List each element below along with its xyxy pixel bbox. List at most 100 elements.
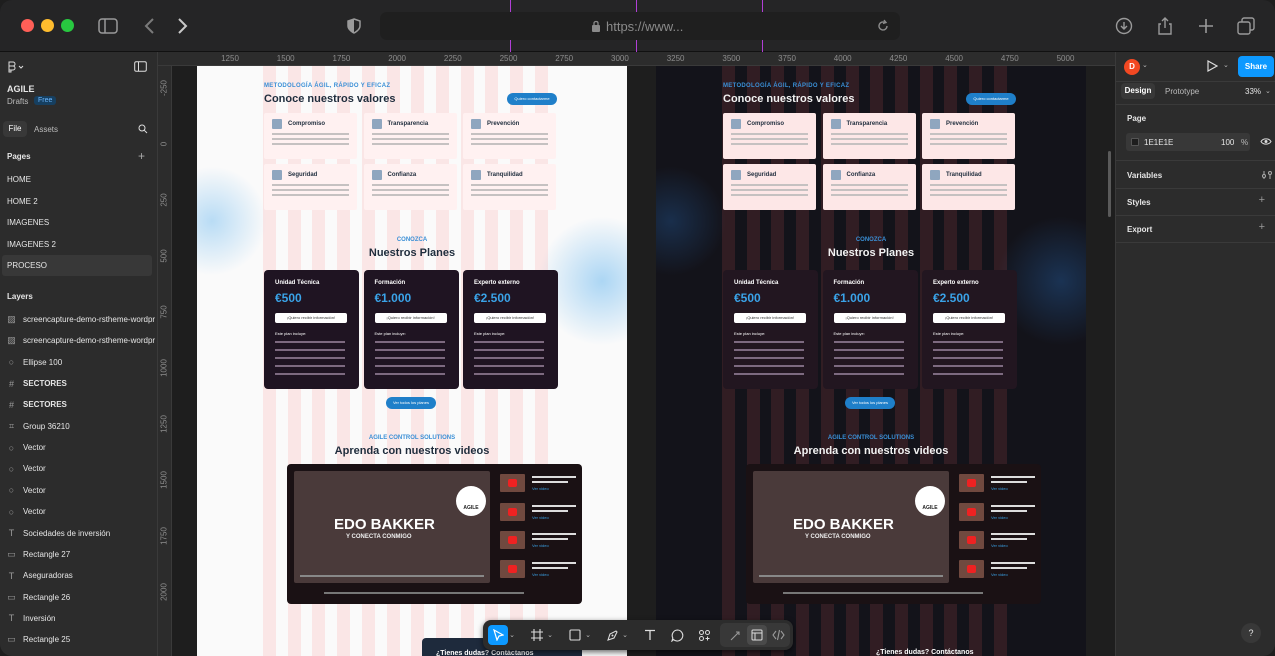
video-thumbnail[interactable]	[959, 474, 984, 492]
video-thumbnail[interactable]	[500, 474, 525, 492]
chevron-down-icon[interactable]: ⌄	[1142, 61, 1148, 69]
chevron-down-icon[interactable]: ⌄	[583, 625, 593, 645]
reload-icon[interactable]	[876, 19, 890, 33]
plan-cta-button[interactable]: ¡Quiero recibir información!	[275, 313, 347, 323]
layer-item[interactable]: ○ Vector	[0, 458, 158, 479]
value-card[interactable]: Tranquilidad	[463, 164, 556, 210]
layer-item[interactable]: ○ Vector	[0, 501, 158, 522]
player-seek-line[interactable]	[324, 592, 524, 594]
value-card[interactable]: Confianza	[822, 164, 916, 210]
plan-cta-button[interactable]: ¡Quiero recibir información!	[734, 313, 806, 323]
layer-item[interactable]: ▭ Rectangle 26	[0, 587, 158, 608]
layer-item[interactable]: ▨ screencapture-demo-rstheme-wordpr	[0, 309, 158, 330]
address-bar[interactable]: https://www...	[380, 12, 900, 40]
plan-card[interactable]: Unidad Técnica €500 ¡Quiero recibir inform…	[723, 270, 818, 389]
text-tool-icon[interactable]	[640, 625, 660, 645]
layer-item[interactable]: ▭ Rectangle 27	[0, 544, 158, 565]
avatar[interactable]: D	[1124, 59, 1140, 75]
value-card[interactable]: Compromiso	[264, 113, 357, 159]
value-card[interactable]: Prevención	[463, 113, 556, 159]
plan-card[interactable]: Experto externo €2.500 ¡Quiero recibir inf…	[463, 270, 558, 389]
plan-card[interactable]: Formación €1.000 ¡Quiero recibir informaci…	[822, 270, 918, 389]
video-thumbnail[interactable]	[500, 531, 525, 549]
chevron-down-icon[interactable]: ⌄	[1265, 87, 1271, 95]
plan-cta-button[interactable]: ¡Quiero recibir información!	[374, 313, 447, 323]
download-icon[interactable]	[1112, 14, 1136, 38]
move-tool-icon[interactable]	[488, 625, 508, 645]
color-swatch[interactable]	[1131, 138, 1139, 146]
add-page-icon[interactable]: +	[138, 149, 145, 163]
video-thumbnail[interactable]	[500, 559, 525, 578]
player-seek-line[interactable]	[783, 592, 983, 594]
dev-mode-icon[interactable]	[768, 625, 788, 645]
video-section[interactable]: EDO BAKKER Y CONECTA CONMIGO AGILE Ver vide…	[287, 464, 582, 604]
frame-light[interactable]: METODOLOGÍA ÁGIL, RÁPIDO Y EFICAZ Conoce …	[197, 66, 627, 656]
share-icon[interactable]	[1153, 14, 1177, 38]
close-window-button[interactable]	[21, 19, 34, 32]
add-style-icon[interactable]: +	[1259, 194, 1265, 206]
maximize-window-button[interactable]	[61, 19, 74, 32]
tab-overview-icon[interactable]	[1234, 14, 1258, 38]
video-player[interactable]: EDO BAKKER Y CONECTA CONMIGO AGILE	[294, 471, 490, 583]
page-opacity-value[interactable]: 100	[1221, 138, 1234, 147]
video-thumbnail[interactable]	[959, 502, 984, 521]
rectangle-tool-icon[interactable]	[565, 625, 585, 645]
tab-prototype[interactable]: Prototype	[1165, 87, 1199, 96]
video-item-link[interactable]: Ver video	[991, 543, 1008, 548]
plan-card[interactable]: Unidad Técnica €500 ¡Quiero recibir inform…	[264, 270, 359, 389]
layer-item[interactable]: # SECTORES	[0, 373, 158, 394]
sidebar-toggle-icon[interactable]	[96, 14, 120, 38]
contact-button[interactable]: Quiero contactarme	[507, 93, 557, 105]
video-item-link[interactable]: Ver video	[991, 572, 1008, 577]
page-item[interactable]: IMAGENES 2	[0, 234, 158, 255]
page-item[interactable]: HOME	[0, 169, 158, 190]
plan-cta-button[interactable]: ¡Quiero recibir información!	[474, 313, 546, 323]
footer-cta-card[interactable]: ¿Tienes dudas? Contáctanos	[876, 649, 974, 656]
video-player[interactable]: EDO BAKKER Y CONECTA CONMIGO AGILE	[753, 471, 949, 583]
value-card[interactable]: Confianza	[363, 164, 457, 210]
video-thumbnail[interactable]	[500, 502, 525, 521]
visibility-eye-icon[interactable]	[1260, 137, 1272, 148]
search-icon[interactable]	[138, 124, 148, 136]
zoom-level[interactable]: 33%	[1245, 87, 1261, 96]
help-button[interactable]: ?	[1241, 623, 1261, 643]
actions-tool-icon[interactable]	[694, 625, 714, 645]
plan-cta-button[interactable]: ¡Quiero recibir información!	[933, 313, 1005, 323]
design-mode-icon[interactable]	[747, 625, 767, 645]
layer-item[interactable]: ⌗ Group 36210	[0, 416, 158, 437]
frame-tool-icon[interactable]	[527, 625, 547, 645]
tab-assets[interactable]: Assets	[34, 125, 58, 134]
back-icon[interactable]	[138, 14, 162, 38]
video-section[interactable]: EDO BAKKER Y CONECTA CONMIGO AGILE Ver vide…	[746, 464, 1041, 604]
layer-item[interactable]: T Sociedades de inversión	[0, 523, 158, 544]
contact-button[interactable]: Quiero contactarme	[966, 93, 1016, 105]
layer-item[interactable]: T Inversión	[0, 608, 158, 629]
video-item-link[interactable]: Ver video	[532, 572, 549, 577]
value-card[interactable]: Transparencia	[822, 113, 916, 159]
chevron-down-icon[interactable]: ⌄	[507, 625, 517, 645]
layer-item[interactable]: ▨ screencapture-demo-rstheme-wordpr	[0, 330, 158, 351]
plan-cta-button[interactable]: ¡Quiero recibir información!	[833, 313, 906, 323]
video-item-link[interactable]: Ver video	[532, 486, 549, 491]
new-tab-icon[interactable]	[1194, 14, 1218, 38]
video-progress-bar[interactable]	[759, 575, 943, 577]
chevron-down-icon[interactable]: ⌄	[545, 625, 555, 645]
variables-adjust-icon[interactable]	[1262, 170, 1272, 182]
layer-item[interactable]: # SECTORES	[0, 394, 158, 415]
comment-tool-icon[interactable]	[667, 625, 687, 645]
video-item-link[interactable]: Ver video	[991, 486, 1008, 491]
page-item[interactable]: IMAGENES	[0, 212, 158, 233]
chevron-down-icon[interactable]: ⌄	[1223, 61, 1229, 69]
layer-item[interactable]: ▭ Rectangle 25	[0, 629, 158, 650]
value-card[interactable]: Transparencia	[363, 113, 457, 159]
plan-card[interactable]: Formación €1.000 ¡Quiero recibir informaci…	[363, 270, 459, 389]
value-card[interactable]: Seguridad	[264, 164, 357, 210]
design-canvas[interactable]: METODOLOGÍA ÁGIL, RÁPIDO Y EFICAZ Conoce …	[172, 66, 1115, 656]
file-name[interactable]: AGILE	[7, 84, 35, 94]
value-card[interactable]: Prevención	[922, 113, 1015, 159]
video-thumbnail[interactable]	[959, 531, 984, 549]
value-card[interactable]: Seguridad	[723, 164, 816, 210]
pen-tool-icon[interactable]	[602, 625, 622, 645]
layer-item[interactable]: ○ Vector	[0, 480, 158, 501]
value-card[interactable]: Tranquilidad	[922, 164, 1015, 210]
